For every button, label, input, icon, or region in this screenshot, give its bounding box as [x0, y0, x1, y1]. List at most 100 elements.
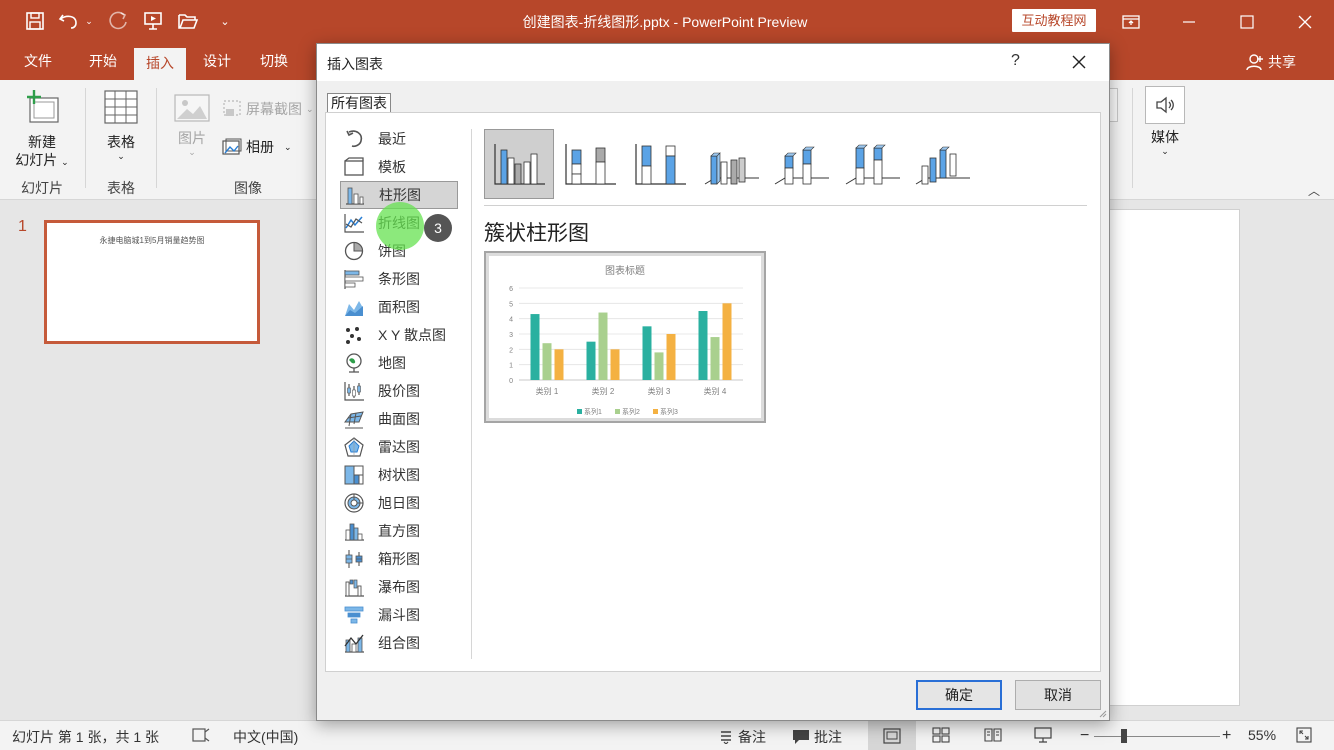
- zoom-in-icon[interactable]: +: [1222, 727, 1231, 745]
- group-label-slides: 幻灯片: [21, 180, 63, 196]
- open-icon[interactable]: [175, 8, 201, 34]
- bar-系列2-类别 1: [542, 343, 552, 380]
- redo-icon[interactable]: [106, 8, 132, 34]
- slide-thumbnail[interactable]: 永捷电脑城1到5月销量趋势图: [44, 220, 260, 344]
- category-treemap[interactable]: 树状图: [340, 461, 458, 489]
- album-icon: [222, 138, 242, 155]
- zoom-slider-track[interactable]: [1094, 736, 1220, 737]
- share-button[interactable]: 共享: [1246, 52, 1296, 72]
- speaker-icon: [1145, 86, 1185, 124]
- category-area[interactable]: 面积图: [340, 293, 458, 321]
- category-label: 组合图: [378, 635, 420, 651]
- scatter-chart-icon: [342, 324, 366, 346]
- new-slide-icon: [27, 90, 59, 123]
- undo-dropdown-icon[interactable]: ⌄: [82, 8, 96, 34]
- minimize-icon[interactable]: [1160, 0, 1218, 43]
- tab-transitions[interactable]: 切换: [248, 43, 300, 80]
- notes-button[interactable]: 备注: [718, 727, 766, 747]
- funnel-chart-icon: [342, 604, 366, 626]
- category-surface[interactable]: 曲面图: [340, 405, 458, 433]
- tab-insert[interactable]: 插入: [134, 48, 186, 80]
- tab-design[interactable]: 设计: [191, 43, 243, 80]
- subtype-clustered-column-button[interactable]: [484, 129, 554, 199]
- cancel-button[interactable]: 取消: [1015, 680, 1101, 710]
- bar-系列3-类别 4: [722, 303, 732, 380]
- screenshot-label: 屏幕截图: [246, 101, 302, 117]
- normal-view-icon[interactable]: [868, 721, 916, 750]
- collapse-ribbon-icon[interactable]: ︿: [1308, 182, 1320, 199]
- category-box-whisker[interactable]: 箱形图: [340, 545, 458, 573]
- ok-button[interactable]: 确定: [916, 680, 1002, 710]
- category-histogram[interactable]: 直方图: [340, 517, 458, 545]
- bar-系列3-类别 2: [610, 349, 620, 380]
- chart-preview: 图表标题 0 1 2 3 4 5 6 类别 1 类别 2 类别 3 类别 4 系列1 系列2 系列3: [484, 251, 766, 423]
- category-label: 最近: [378, 131, 406, 147]
- subtype-100-stacked-column-button[interactable]: [625, 129, 695, 199]
- album-button[interactable]: 相册 ⌄: [222, 137, 292, 157]
- slideshow-icon[interactable]: [1034, 727, 1052, 743]
- subtype-3d-column-button[interactable]: [907, 129, 977, 199]
- media-button[interactable]: 媒体 ⌄: [1143, 86, 1187, 156]
- bar-系列1-类别 2: [586, 341, 596, 380]
- category-label: 股价图: [378, 383, 420, 399]
- category-recent[interactable]: 最近: [340, 125, 458, 153]
- box-whisker-chart-icon: [342, 548, 366, 570]
- bar-系列3-类别 3: [666, 334, 676, 380]
- bar-系列3-类别 1: [554, 349, 564, 380]
- category-radar[interactable]: 雷达图: [340, 433, 458, 461]
- tab-home[interactable]: 开始: [77, 43, 129, 80]
- category-scatter[interactable]: X Y 散点图: [340, 321, 458, 349]
- subtype-stacked-column-button[interactable]: [555, 129, 625, 199]
- subtype-3d-100-stacked-column-button[interactable]: [837, 129, 907, 199]
- subtype-3d-clustered-column-button[interactable]: [696, 129, 766, 199]
- x-tick-label: 类别 2: [592, 386, 615, 396]
- ribbon-display-icon[interactable]: [1102, 0, 1160, 43]
- maximize-icon[interactable]: [1218, 0, 1276, 43]
- category-sunburst[interactable]: 旭日图: [340, 489, 458, 517]
- category-funnel[interactable]: 漏斗图: [340, 601, 458, 629]
- category-template[interactable]: 模板: [340, 153, 458, 181]
- y-tick-label: 2: [509, 347, 513, 354]
- notes-icon: [721, 731, 731, 744]
- fit-to-window-icon[interactable]: [1296, 727, 1312, 743]
- slide-info: 幻灯片 第 1 张，共 1 张: [12, 729, 160, 745]
- close-icon[interactable]: [1276, 0, 1334, 43]
- tab-file[interactable]: 文件: [12, 43, 64, 80]
- customize-icon[interactable]: ⌄: [212, 8, 238, 34]
- category-label: 条形图: [378, 271, 420, 287]
- preview-chart: 图表标题 0 1 2 3 4 5 6 类别 1 类别 2 类别 3 类别 4 系列1 系列2 系列3: [509, 264, 743, 416]
- zoom-level[interactable]: 55%: [1248, 727, 1276, 743]
- 3d-column-icon: [915, 146, 970, 185]
- slide-canvas[interactable]: [1090, 209, 1240, 706]
- zoom-slider-thumb[interactable]: [1121, 729, 1127, 743]
- category-map[interactable]: 地图: [340, 349, 458, 377]
- reading-view-icon[interactable]: [984, 727, 1002, 743]
- slide-sorter-icon[interactable]: [932, 727, 950, 743]
- dialog-title-bar: 插入图表 ?: [317, 44, 1109, 81]
- subtype-3d-stacked-column-button[interactable]: [766, 129, 836, 199]
- category-bar[interactable]: 条形图: [340, 265, 458, 293]
- picture-button[interactable]: 图片 ⌄: [170, 92, 214, 157]
- help-icon[interactable]: ?: [1011, 52, 1020, 70]
- surface-chart-icon: [342, 408, 366, 430]
- accessibility-icon[interactable]: [192, 727, 210, 743]
- language-indicator[interactable]: 中文(中国): [233, 727, 298, 747]
- new-slide-button[interactable]: 新建 幻灯片 ⌄: [12, 88, 72, 171]
- category-stock[interactable]: 股价图: [340, 377, 458, 405]
- zoom-out-icon[interactable]: −: [1080, 727, 1089, 745]
- undo-icon[interactable]: [56, 8, 82, 34]
- dialog-close-icon[interactable]: [1063, 48, 1095, 76]
- ribbon-separator: [1132, 88, 1133, 188]
- save-icon[interactable]: [22, 8, 48, 34]
- category-combo[interactable]: 组合图: [340, 629, 458, 657]
- tab-all-charts[interactable]: 所有图表: [327, 93, 391, 113]
- media-label: 媒体: [1151, 129, 1179, 145]
- table-button[interactable]: 表格 ⌄: [96, 88, 146, 161]
- present-icon[interactable]: [140, 8, 166, 34]
- resize-grip-icon[interactable]: [1097, 708, 1107, 718]
- screenshot-button[interactable]: 屏幕截图 ⌄: [222, 99, 314, 119]
- picture-icon: [174, 94, 210, 122]
- category-waterfall[interactable]: 瀑布图: [340, 573, 458, 601]
- chart-preview-inner: 图表标题 0 1 2 3 4 5 6 类别 1 类别 2 类别 3 类别 4 系列1 系列2 系列3: [489, 256, 761, 418]
- comments-button[interactable]: 批注: [792, 727, 842, 747]
